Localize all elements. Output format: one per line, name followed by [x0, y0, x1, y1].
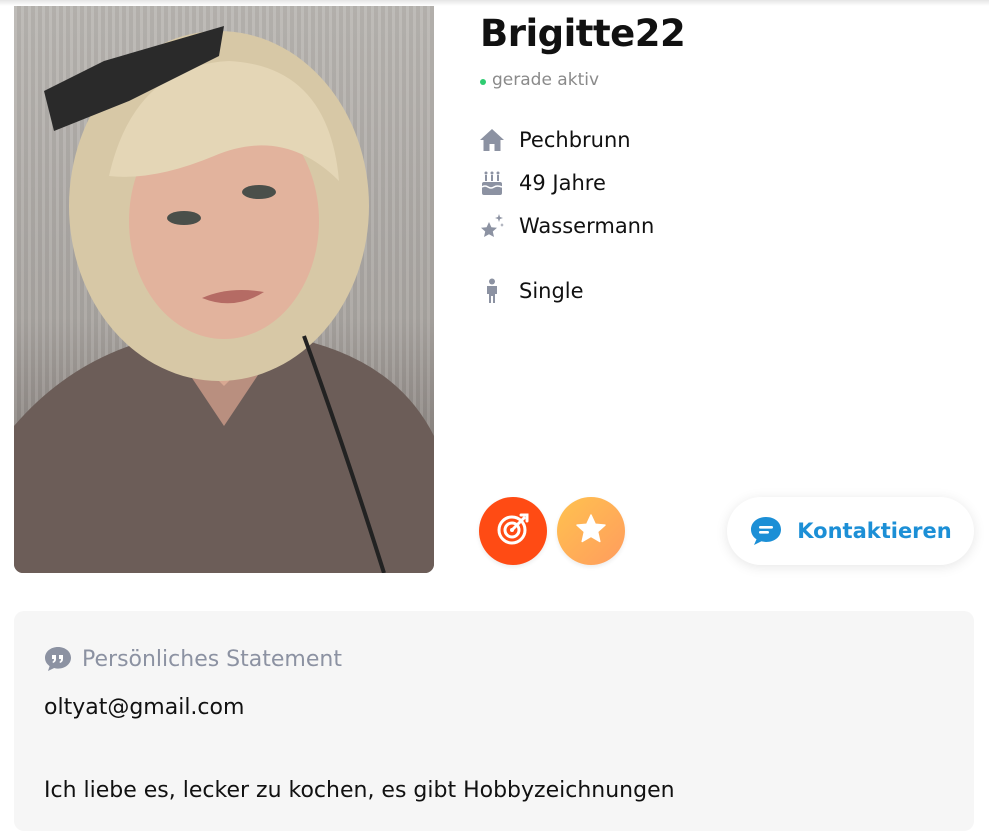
info-zodiac: Wassermann — [478, 212, 654, 240]
online-indicator-dot — [480, 78, 486, 85]
contact-button-label: Kontaktieren — [797, 519, 952, 543]
online-status-label: gerade aktiv — [492, 70, 600, 90]
sparkle-star-icon — [478, 212, 506, 240]
target-icon — [496, 512, 530, 550]
personal-statement-heading: Persönliches Statement — [44, 646, 342, 672]
info-relationship: Single — [478, 277, 584, 305]
favorite-button[interactable] — [557, 497, 625, 565]
statement-text: Ich liebe es, lecker zu kochen, es gibt … — [44, 778, 675, 803]
person-icon — [478, 277, 506, 305]
info-zodiac-label: Wassermann — [519, 214, 655, 238]
profile-username: Brigitte22 — [480, 12, 686, 55]
personal-statement-heading-label: Persönliches Statement — [82, 646, 342, 672]
profile-photo[interactable] — [14, 6, 434, 573]
target-button[interactable] — [479, 497, 547, 565]
online-status: gerade aktiv — [480, 70, 599, 90]
info-location: Pechbrunn — [478, 126, 631, 154]
contact-button[interactable]: Kontaktieren — [727, 497, 974, 565]
statement-email: oltyat@gmail.com — [44, 695, 245, 720]
info-location-label: Pechbrunn — [519, 128, 631, 152]
birthday-cake-icon — [478, 169, 506, 197]
profile-photo-illustration — [14, 26, 434, 573]
home-icon — [478, 126, 506, 154]
chat-bubble-icon — [749, 515, 783, 547]
star-icon — [574, 512, 608, 550]
personal-statement-card: Persönliches Statement oltyat@gmail.com … — [14, 611, 974, 831]
info-relationship-label: Single — [519, 279, 584, 303]
info-age: 49 Jahre — [478, 169, 606, 197]
quote-bubble-icon — [44, 646, 72, 672]
info-age-label: 49 Jahre — [519, 171, 606, 195]
